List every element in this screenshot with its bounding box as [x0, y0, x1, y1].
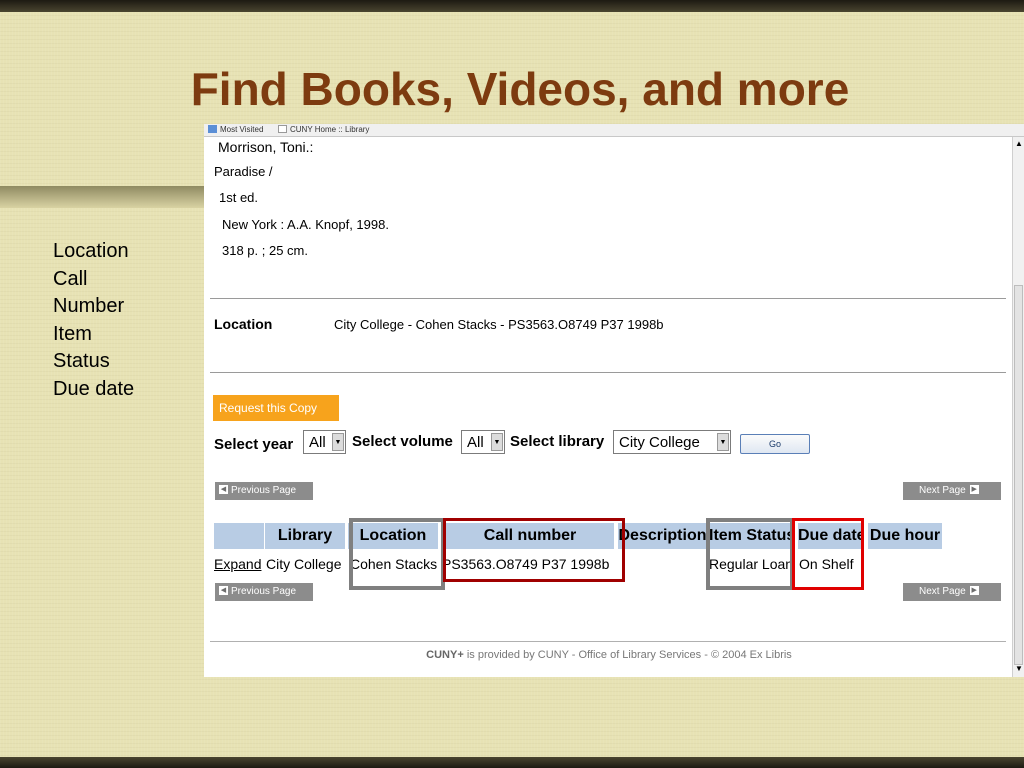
due-date-highlight [792, 518, 864, 590]
record-edition: 1st ed. [219, 190, 259, 205]
cell-library: City College [266, 556, 342, 572]
scroll-thumb[interactable] [1014, 285, 1023, 665]
side-note-line: Item [53, 322, 92, 345]
footer-brand: CUNY+ [426, 649, 464, 661]
volume-select[interactable]: All ▼ [461, 430, 505, 454]
library-select[interactable]: City College ▼ [613, 430, 731, 454]
call-number-highlight [443, 518, 625, 582]
record-publisher: New York : A.A. Knopf, 1998. [222, 217, 389, 232]
location-label: Location [214, 316, 273, 332]
footer-credit: is provided by CUNY - Office of Library … [463, 649, 792, 661]
location-highlight [349, 518, 445, 590]
record-author: Morrison, Toni.: [218, 139, 314, 155]
side-note-line: Status [53, 350, 110, 372]
bookmarks-bar: Most Visited CUNY Home :: Library [204, 124, 1024, 137]
divider [210, 372, 1006, 373]
chevron-down-icon: ▼ [332, 433, 344, 451]
bottom-stripe [0, 757, 1024, 768]
go-button[interactable]: Go [740, 434, 810, 454]
expand-link[interactable]: Expand [214, 556, 261, 572]
side-note-line: Due date [53, 377, 135, 400]
bookmark-most-visited[interactable]: Most Visited [208, 125, 263, 134]
scroll-down-icon[interactable]: ▼ [1015, 664, 1023, 673]
header-blank [214, 523, 264, 549]
bookmark-cuny-home[interactable]: CUNY Home :: Library [278, 125, 369, 134]
scroll-up-icon[interactable]: ▲ [1015, 139, 1023, 148]
vertical-scrollbar[interactable]: ▲ ▼ [1012, 137, 1024, 677]
side-note-line: Call [53, 267, 88, 290]
bookmark-icon [208, 125, 217, 133]
divider [210, 298, 1006, 299]
record-extent: 318 p. ; 25 cm. [222, 243, 308, 258]
select-year-label: Select year [214, 436, 294, 453]
year-select[interactable]: All ▼ [303, 430, 346, 454]
page-icon [278, 125, 287, 133]
location-value: City College - Cohen Stacks - PS3563.O87… [334, 317, 664, 332]
footer-text: CUNY+ is provided by CUNY - Office of Li… [204, 649, 1014, 661]
column-header-library: Library [265, 523, 345, 549]
left-band [0, 186, 205, 208]
chevron-down-icon: ▼ [717, 433, 729, 451]
item-status-highlight [706, 518, 794, 590]
arrow-right-icon: ▶ [969, 586, 979, 596]
select-library-label: Select library [510, 433, 605, 450]
side-notes: Location Call Number Item Status Due dat… [53, 238, 134, 403]
chevron-down-icon: ▼ [491, 433, 503, 451]
arrow-left-icon: ◀ [219, 586, 228, 596]
side-note-line: Number [53, 295, 125, 317]
next-page-button-bottom[interactable]: Next Page ▶ [903, 583, 1001, 601]
next-page-button-top[interactable]: Next Page ▶ [903, 482, 1001, 500]
previous-page-button-top[interactable]: ◀ Previous Page [215, 482, 313, 500]
top-stripe [0, 0, 1024, 12]
request-copy-button[interactable]: Request this Copy [213, 395, 339, 421]
side-note-line: Location [53, 240, 129, 262]
previous-page-button-bottom[interactable]: ◀ Previous Page [215, 583, 313, 601]
column-header-description: Description [618, 523, 707, 549]
column-header-due-hour: Due hour [868, 523, 942, 549]
footer-divider [210, 641, 1006, 642]
select-volume-label: Select volume [352, 433, 453, 450]
record-title: Paradise / [214, 164, 273, 179]
arrow-left-icon: ◀ [219, 485, 228, 495]
arrow-right-icon: ▶ [969, 485, 979, 495]
slide-title: Find Books, Videos, and more [190, 63, 850, 115]
catalog-screenshot: Most Visited CUNY Home :: Library ▲ ▼ Mo… [204, 124, 1024, 677]
